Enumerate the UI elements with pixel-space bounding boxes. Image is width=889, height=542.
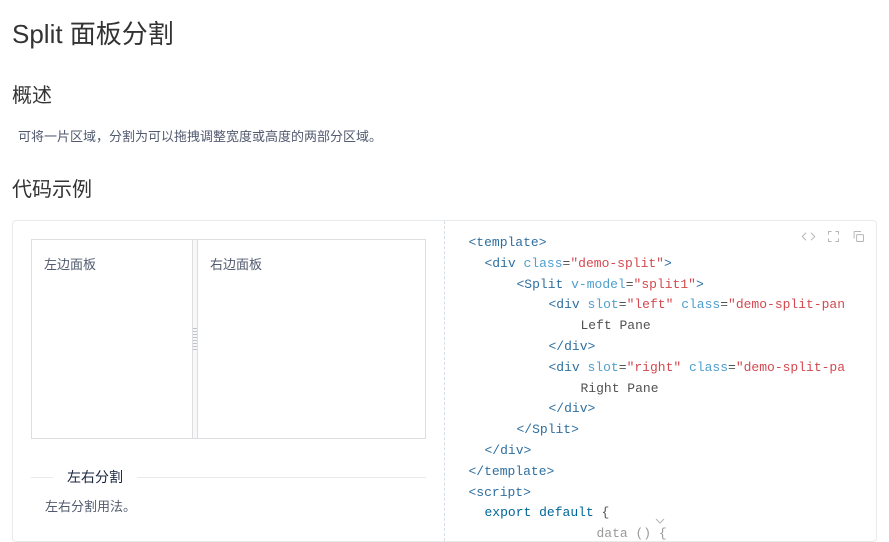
right-pane: 右边面板 bbox=[198, 240, 425, 438]
code-line: Right Pane bbox=[469, 379, 867, 400]
code-line: </Split> bbox=[469, 420, 867, 441]
overview-text: 可将一片区域，分割为可以拖拽调整宽度或高度的两部分区域。 bbox=[18, 126, 877, 145]
split-demo: 左边面板 右边面板 bbox=[31, 239, 426, 439]
code-toolbar bbox=[801, 229, 866, 244]
code-line: <Split v-model="split1"> bbox=[469, 275, 867, 296]
code-line: <div slot="left" class="demo-split-pan bbox=[469, 295, 867, 316]
examples-heading: 代码示例 bbox=[12, 173, 877, 202]
code-line: Left Pane bbox=[469, 316, 867, 337]
code-line: <div class="demo-split"> bbox=[469, 254, 867, 275]
caption-title: 左右分割 bbox=[53, 467, 137, 487]
demo-caption: 左右分割 左右分割用法。 bbox=[31, 477, 426, 515]
left-pane: 左边面板 bbox=[32, 240, 192, 438]
example-box: 左边面板 右边面板 左右分割 左右分割用法。 <te bbox=[12, 220, 877, 542]
trigger-bar-icon bbox=[193, 327, 197, 351]
code-column: <template><div class="demo-split"><Split… bbox=[445, 221, 877, 541]
demo-column: 左边面板 右边面板 左右分割 左右分割用法。 bbox=[13, 221, 445, 541]
code-line: </div> bbox=[469, 337, 867, 358]
overview-heading: 概述 bbox=[12, 79, 877, 108]
expand-code-button[interactable] bbox=[652, 513, 668, 537]
code-line: </template> bbox=[469, 462, 867, 483]
code-line: <script> bbox=[469, 483, 867, 504]
fullscreen-icon[interactable] bbox=[826, 229, 841, 244]
copy-icon[interactable] bbox=[851, 229, 866, 244]
code-line: <div slot="right" class="demo-split-pa bbox=[469, 358, 867, 379]
page-title: Split 面板分割 bbox=[12, 14, 877, 51]
split-trigger[interactable] bbox=[192, 240, 198, 438]
code-block: <template><div class="demo-split"><Split… bbox=[469, 233, 867, 541]
code-icon[interactable] bbox=[801, 229, 816, 244]
code-line: </div> bbox=[469, 441, 867, 462]
chevron-down-icon bbox=[652, 513, 668, 529]
code-line: </div> bbox=[469, 399, 867, 420]
caption-desc: 左右分割用法。 bbox=[45, 496, 426, 515]
